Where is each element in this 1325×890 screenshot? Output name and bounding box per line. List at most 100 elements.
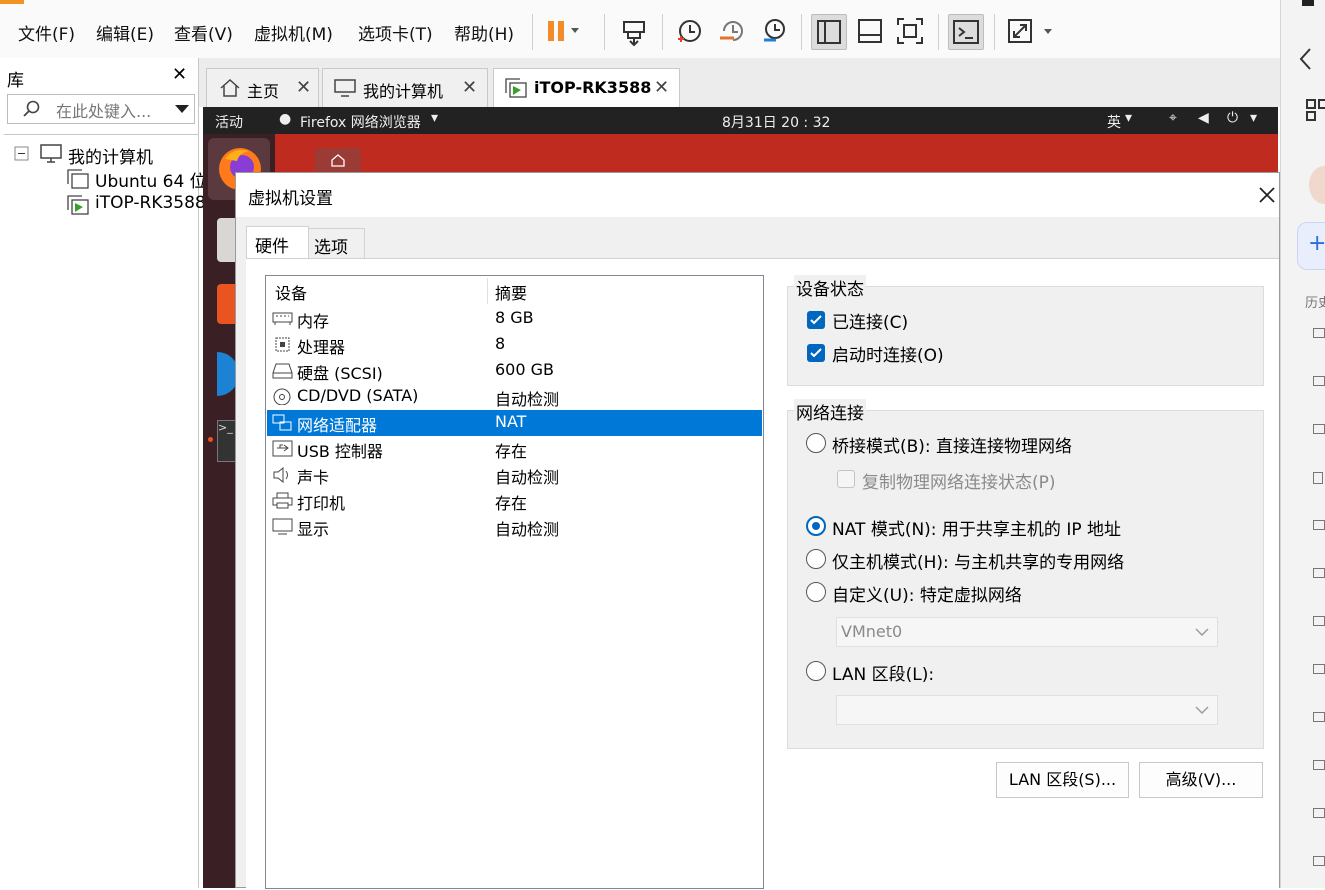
chat-icon[interactable] — [1313, 664, 1325, 674]
volume-icon[interactable]: ◀ — [1198, 110, 1209, 126]
bridged-radio[interactable] — [806, 433, 826, 453]
device-row-sound[interactable]: 声卡 自动检测 — [267, 462, 762, 488]
custom-radio[interactable] — [806, 582, 826, 602]
menu-vm[interactable]: 虚拟机(M) — [254, 20, 333, 45]
chat-icon[interactable] — [1313, 328, 1325, 338]
close-icon[interactable]: ✕ — [462, 77, 477, 98]
lan-segments-button[interactable]: LAN 区段(S)... — [996, 762, 1129, 798]
chevron-down-icon — [1195, 706, 1209, 714]
connected-label[interactable]: 已连接(C) — [832, 308, 908, 333]
thumbnail-view-icon[interactable] — [853, 14, 887, 48]
chat-icon[interactable] — [1313, 424, 1325, 434]
chat-icon[interactable] — [1313, 856, 1325, 866]
chevron-down-icon[interactable] — [174, 104, 190, 114]
chat-icon[interactable] — [1313, 568, 1325, 578]
search-icon — [23, 100, 40, 117]
nat-label[interactable]: NAT 模式(N): 用于共享主机的 IP 地址 — [832, 515, 1121, 540]
tab-home[interactable]: 主页 ✕ — [206, 68, 319, 107]
tab-options[interactable]: 选项 — [308, 228, 365, 258]
column-header-summary[interactable]: 摘要 — [495, 280, 527, 304]
column-header-device[interactable]: 设备 — [275, 280, 307, 304]
chevron-left-icon[interactable] — [1297, 46, 1313, 72]
connect-at-power-on-label[interactable]: 启动时连接(O) — [832, 341, 944, 366]
chevron-down-icon: ▾ — [431, 110, 439, 126]
host-only-radio[interactable] — [806, 549, 826, 569]
menu-view[interactable]: 查看(V) — [174, 20, 233, 45]
snapshot-icon[interactable] — [673, 14, 707, 48]
send-ctrl-alt-del-icon[interactable] — [618, 14, 652, 48]
pause-icon[interactable] — [545, 14, 579, 48]
device-row-cd-dvd[interactable]: CD/DVD (SATA) 自动检测 — [267, 384, 762, 410]
close-icon[interactable]: ✕ — [296, 77, 311, 98]
activities-button[interactable]: 活动 — [215, 112, 243, 132]
lan-segment-label[interactable]: LAN 区段(L): — [832, 660, 934, 685]
new-chat-button[interactable]: + — [1297, 222, 1325, 270]
fullscreen-icon[interactable] — [893, 14, 927, 48]
dialog-title: 虚拟机设置 — [248, 189, 333, 209]
bridged-label[interactable]: 桥接模式(B): 直接连接物理网络 — [832, 432, 1072, 457]
guest-clock[interactable]: 8月31日 20 : 32 — [722, 112, 830, 132]
device-row-hard-disk[interactable]: 硬盘 (SCSI) 600 GB — [267, 358, 762, 384]
close-icon[interactable]: ✕ — [654, 77, 669, 98]
tab-hardware[interactable]: 硬件 — [246, 226, 309, 259]
host-only-label[interactable]: 仅主机模式(H): 与主机共享的专用网络 — [832, 548, 1124, 573]
chat-icon[interactable] — [1313, 760, 1325, 770]
chat-icon[interactable] — [1313, 520, 1325, 530]
close-icon[interactable]: ✕ — [172, 64, 187, 85]
chat-icon[interactable] — [1313, 808, 1325, 818]
library-title: 库 — [7, 71, 24, 91]
revert-snapshot-icon[interactable] — [716, 14, 750, 48]
printer-icon — [272, 492, 293, 509]
library-view-icon[interactable] — [811, 14, 847, 50]
library-tree: 我的计算机 Ubuntu 64 位 iTOP-RK3588 — [4, 134, 207, 889]
collapse-icon[interactable] — [14, 146, 30, 162]
menu-help[interactable]: 帮助(H) — [454, 20, 514, 45]
vm-settings-dialog: 虚拟机设置 硬件 选项 设备 摘要 内存 8 GB 处理器 8 硬盘 (SCSI… — [235, 172, 1280, 890]
stretch-icon[interactable] — [1006, 14, 1052, 48]
menu-file[interactable]: 文件(F) — [18, 20, 75, 45]
nat-radio[interactable] — [806, 516, 826, 536]
input-method[interactable]: 英 — [1107, 112, 1121, 132]
cd-dvd-icon — [273, 388, 291, 405]
chat-icon[interactable] — [1313, 712, 1325, 722]
tab-my-computer[interactable]: 我的计算机 ✕ — [322, 68, 488, 107]
replicate-state-checkbox[interactable] — [837, 470, 855, 488]
connect-at-power-on-checkbox[interactable] — [807, 344, 825, 362]
network-connection-title: 网络连接 — [794, 399, 866, 424]
avatar[interactable] — [1309, 166, 1325, 204]
hard-disk-icon — [272, 363, 293, 379]
close-icon[interactable] — [1257, 185, 1277, 205]
device-row-cpu[interactable]: 处理器 8 — [267, 332, 762, 358]
sound-icon — [273, 466, 288, 483]
device-list[interactable]: 设备 摘要 内存 8 GB 处理器 8 硬盘 (SCSI) 600 GB CD/… — [265, 275, 764, 889]
connected-checkbox[interactable] — [807, 311, 825, 329]
menu-tabs[interactable]: 选项卡(T) — [358, 20, 433, 45]
menu-edit[interactable]: 编辑(E) — [96, 20, 154, 45]
chat-icon[interactable] — [1313, 616, 1325, 626]
device-row-network-adapter[interactable]: 网络适配器 NAT — [267, 410, 762, 436]
device-row-usb[interactable]: USB 控制器 存在 — [267, 436, 762, 462]
grid-icon[interactable] — [1303, 98, 1325, 124]
power-icon[interactable]: ⏻ — [1227, 110, 1238, 126]
manage-snapshots-icon[interactable] — [758, 14, 792, 48]
console-view-icon[interactable] — [948, 14, 984, 50]
app-logo — [0, 0, 24, 4]
device-row-display[interactable]: 显示 自动检测 — [267, 514, 762, 540]
tab-strip: 主页 ✕ 我的计算机 ✕ iTOP-RK3588 ✕ — [199, 58, 1280, 107]
network-icon[interactable]: ⌖ — [1169, 110, 1177, 126]
replicate-state-label: 复制物理网络连接状态(P) — [862, 473, 1056, 493]
advanced-button[interactable]: 高级(V)... — [1139, 762, 1263, 798]
lan-segment-radio[interactable] — [806, 661, 826, 681]
device-row-printer[interactable]: 打印机 存在 — [267, 488, 762, 514]
chat-icon[interactable] — [1313, 376, 1325, 386]
library-search[interactable]: 在此处键入... — [7, 94, 195, 124]
search-placeholder: 在此处键入... — [56, 102, 152, 121]
document-icon[interactable] — [1313, 472, 1323, 484]
lan-segment-select[interactable] — [836, 695, 1218, 725]
custom-label[interactable]: 自定义(U): 特定虚拟网络 — [832, 581, 1022, 606]
device-row-memory[interactable]: 内存 8 GB — [267, 306, 762, 332]
custom-network-select[interactable]: VMnet0 — [836, 617, 1218, 647]
tab-itop-rk3588[interactable]: iTOP-RK3588 ✕ — [493, 68, 680, 107]
app-menu[interactable]: Firefox 网络浏览器 — [300, 112, 421, 132]
running-indicator — [208, 437, 213, 442]
